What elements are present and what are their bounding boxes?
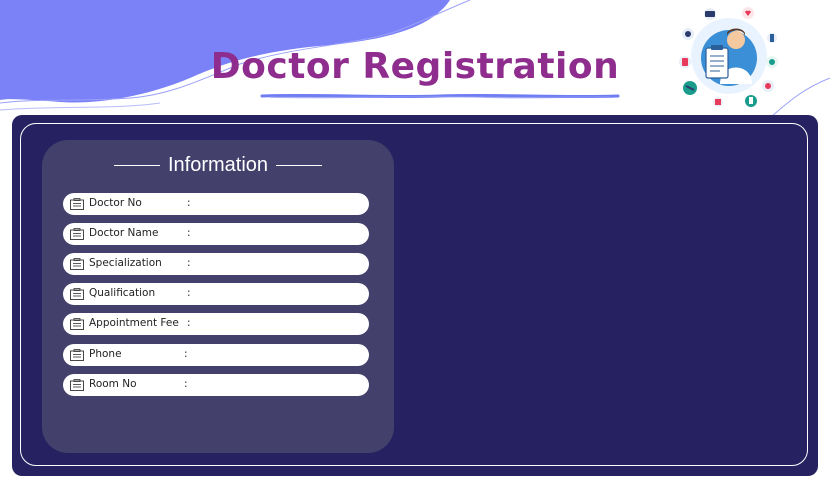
field-label: Appointment Fee [89, 317, 179, 329]
id-card-icon [70, 198, 84, 210]
field-colon: : [187, 257, 191, 269]
information-card: Information Doctor No : Doctor Name : Sp… [42, 140, 394, 453]
information-heading-text: Information [167, 154, 269, 176]
specialization-input[interactable] [197, 256, 357, 272]
id-card-icon [70, 349, 84, 361]
phone-field[interactable]: Phone : [63, 344, 369, 366]
field-colon: : [187, 287, 191, 299]
qualification-input[interactable] [197, 286, 357, 302]
id-card-icon [70, 379, 84, 391]
field-label: Doctor No [89, 197, 142, 209]
doctor-no-input[interactable] [197, 196, 357, 212]
doctor-illustration-icon [679, 7, 778, 107]
specialization-field[interactable]: Specialization : [63, 253, 369, 275]
field-colon: : [184, 348, 188, 360]
appointment-fee-input[interactable] [197, 316, 357, 332]
field-colon: : [187, 317, 191, 329]
doctor-name-field[interactable]: Doctor Name : [63, 223, 369, 245]
field-colon: : [184, 378, 188, 390]
room-no-input[interactable] [197, 377, 357, 393]
doctor-no-field[interactable]: Doctor No : [63, 193, 369, 215]
field-colon: : [187, 197, 191, 209]
heading-rule-right [276, 165, 323, 167]
title-underline [260, 93, 620, 99]
appointment-fee-field[interactable]: Appointment Fee : [63, 313, 369, 335]
field-colon: : [187, 227, 191, 239]
information-heading: Information [42, 154, 394, 177]
id-card-icon [70, 318, 84, 330]
room-no-field[interactable]: Room No : [63, 374, 369, 396]
id-card-icon [70, 288, 84, 300]
field-label: Room No [89, 378, 137, 390]
field-label: Qualification [89, 287, 156, 299]
heading-rule-left [113, 165, 160, 167]
doctor-name-input[interactable] [197, 226, 357, 242]
field-label: Specialization [89, 257, 162, 269]
phone-input[interactable] [197, 347, 357, 363]
field-label: Phone [89, 348, 122, 360]
field-label: Doctor Name [89, 227, 159, 239]
id-card-icon [70, 258, 84, 270]
id-card-icon [70, 228, 84, 240]
qualification-field[interactable]: Qualification : [63, 283, 369, 305]
